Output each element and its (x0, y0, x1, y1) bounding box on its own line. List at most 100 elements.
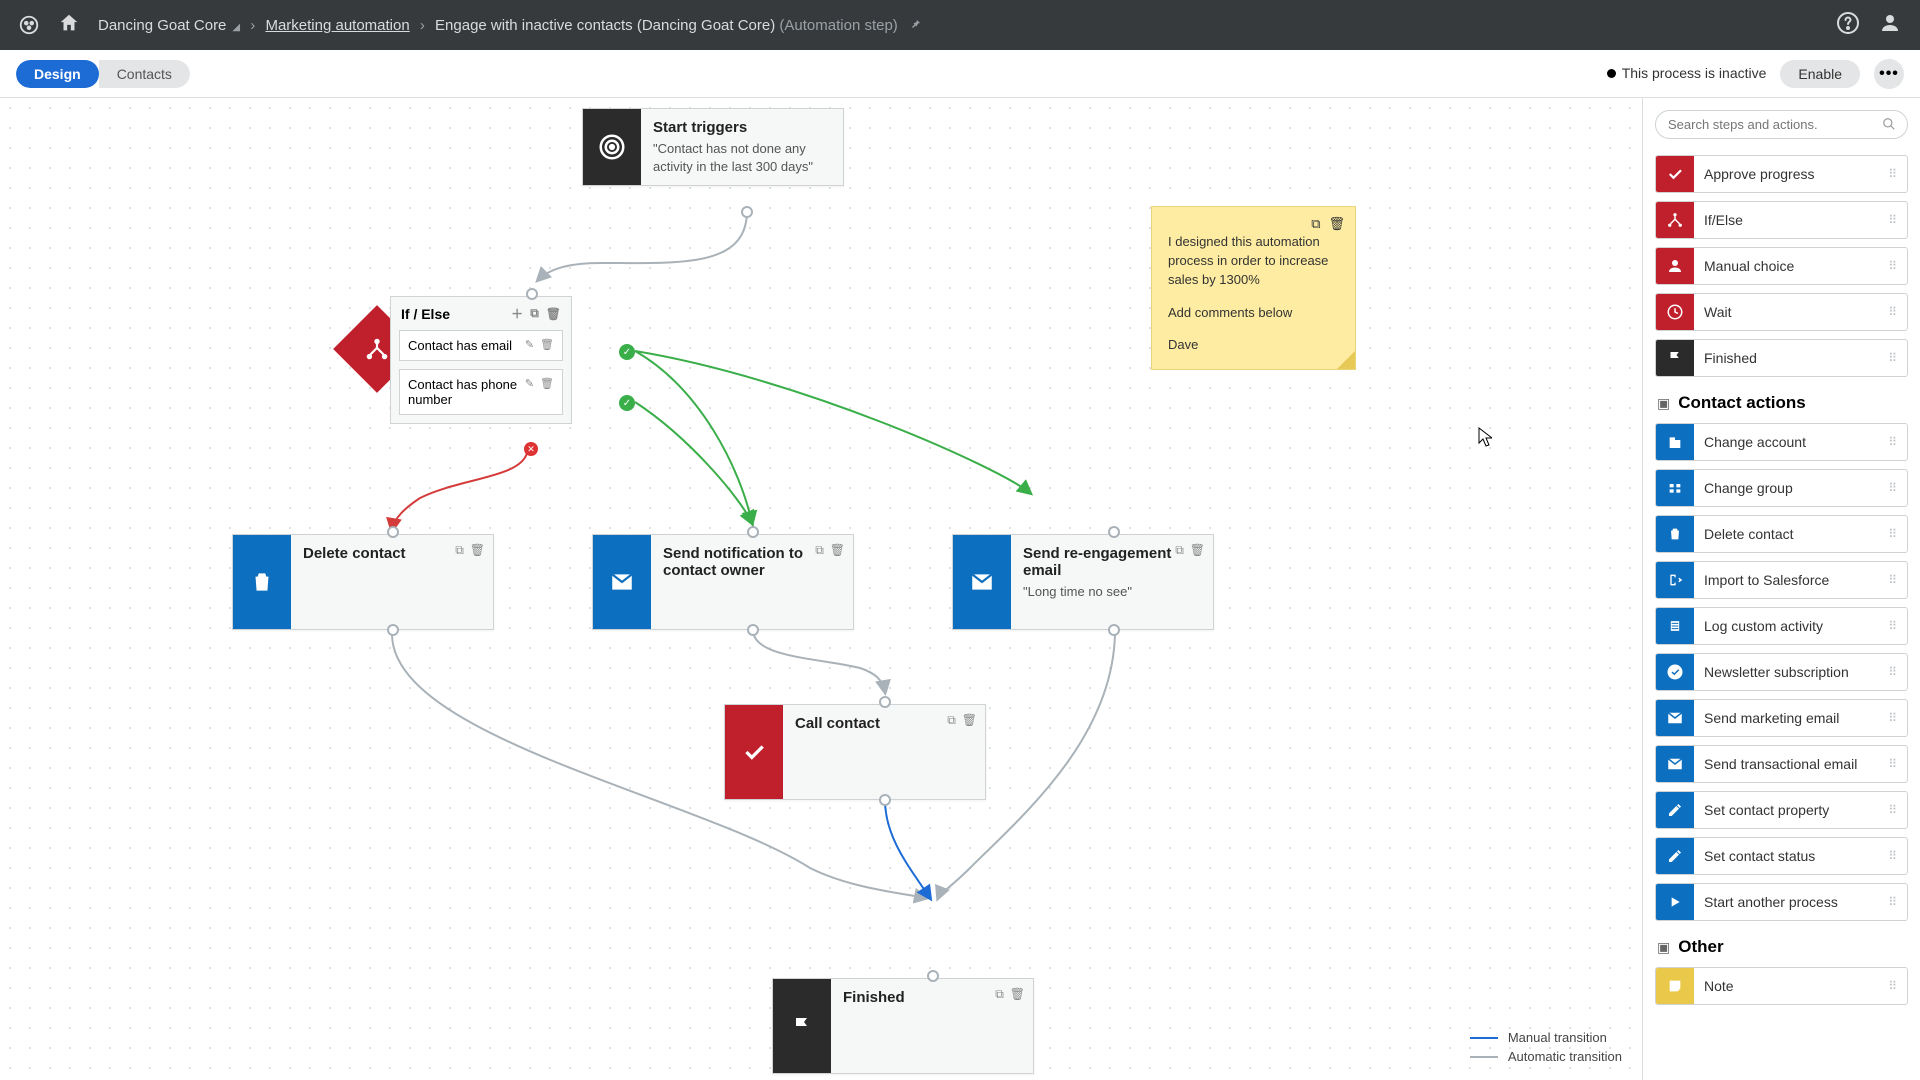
port[interactable] (747, 624, 759, 636)
drag-grip-icon: ⠿ (1888, 619, 1899, 633)
trash-icon[interactable]: 🗑 (540, 377, 554, 390)
legend: Manual transition Automatic transition (1470, 1026, 1622, 1064)
node-send-notification[interactable]: Send notification to contact owner ⧉🗑 (592, 534, 854, 630)
panel-item-label: Import to Salesforce (1694, 572, 1907, 588)
tab-design[interactable]: Design (16, 60, 99, 88)
node-delete-contact[interactable]: Delete contact ⧉🗑 (232, 534, 494, 630)
condition-row[interactable]: Contact has phone number ✎ 🗑 (399, 369, 563, 415)
flag-icon (773, 979, 831, 1073)
sticky-text: Add comments below (1168, 304, 1339, 323)
panel-item-label: Newsletter subscription (1694, 664, 1907, 680)
drag-grip-icon: ⠿ (1888, 757, 1899, 771)
port[interactable] (927, 970, 939, 982)
port[interactable] (741, 206, 753, 218)
view-tabs: Design Contacts (16, 60, 190, 88)
panel-item[interactable]: Finished ⠿ (1655, 339, 1908, 377)
app-logo-icon[interactable] (18, 14, 40, 36)
condition-row[interactable]: Contact has email ✎ 🗑 (399, 330, 563, 361)
copy-icon[interactable]: ⧉ (1311, 215, 1320, 234)
trash-icon[interactable]: 🗑 (1328, 215, 1345, 234)
pin-icon[interactable] (910, 17, 922, 34)
port[interactable] (879, 794, 891, 806)
more-button[interactable]: ••• (1874, 59, 1904, 89)
panel-item[interactable]: Approve progress ⠿ (1655, 155, 1908, 193)
panel-item[interactable]: Delete contact ⠿ (1655, 515, 1908, 553)
user-icon[interactable] (1878, 11, 1902, 40)
home-icon[interactable] (58, 12, 80, 39)
trash-icon[interactable]: 🗑 (1010, 987, 1025, 1002)
x-icon: ✕ (524, 442, 538, 456)
port[interactable] (526, 288, 538, 300)
node-finished[interactable]: Finished ⧉🗑 (772, 978, 1034, 1074)
help-icon[interactable] (1836, 11, 1860, 40)
port[interactable] (879, 696, 891, 708)
panel-item[interactable]: Manual choice ⠿ (1655, 247, 1908, 285)
tab-contacts[interactable]: Contacts (99, 60, 190, 88)
condition-label: Contact has email (408, 338, 519, 353)
drag-grip-icon: ⠿ (1888, 711, 1899, 725)
port[interactable] (1108, 526, 1120, 538)
trash-icon[interactable]: 🗑 (546, 307, 561, 321)
port[interactable] (747, 526, 759, 538)
node-start[interactable]: Start triggers "Contact has not done any… (582, 108, 844, 186)
section-title: Other (1678, 937, 1723, 957)
node-call-contact[interactable]: Call contact ⧉🗑 (724, 704, 986, 800)
drag-grip-icon: ⠿ (1888, 895, 1899, 909)
collapse-icon[interactable]: ▣ (1657, 939, 1670, 956)
trash-icon[interactable]: 🗑 (540, 338, 554, 351)
node-title: If / Else (401, 306, 450, 322)
edit-icon[interactable]: ✎ (525, 377, 534, 390)
trash-icon[interactable]: 🗑 (1190, 543, 1205, 558)
copy-icon[interactable]: ⧉ (455, 543, 464, 558)
panel-item[interactable]: Wait ⠿ (1655, 293, 1908, 331)
panel-item[interactable]: Note ⠿ (1655, 967, 1908, 1005)
edit-icon[interactable]: ✎ (525, 338, 534, 351)
panel-item[interactable]: Send marketing email ⠿ (1655, 699, 1908, 737)
port[interactable] (387, 624, 399, 636)
panel-item-label: Send marketing email (1694, 710, 1907, 726)
trash-icon[interactable]: 🗑 (962, 713, 977, 728)
panel-item[interactable]: Change group ⠿ (1655, 469, 1908, 507)
enable-button[interactable]: Enable (1780, 60, 1860, 88)
panel-item[interactable]: If/Else ⠿ (1655, 201, 1908, 239)
port[interactable] (1108, 624, 1120, 636)
copy-icon[interactable]: ⧉ (530, 306, 539, 321)
trash-icon[interactable]: 🗑 (830, 543, 845, 558)
copy-icon[interactable]: ⧉ (1175, 543, 1184, 558)
mail-icon (1656, 700, 1694, 736)
person-icon (1656, 248, 1694, 284)
panel-item[interactable]: Log custom activity ⠿ (1655, 607, 1908, 645)
drag-grip-icon: ⠿ (1888, 665, 1899, 679)
caret-down-icon[interactable]: ◢ (232, 22, 240, 33)
copy-icon[interactable]: ⧉ (947, 713, 956, 728)
check-icon (725, 705, 783, 799)
panel-item[interactable]: Newsletter subscription ⠿ (1655, 653, 1908, 691)
trash-icon[interactable]: 🗑 (470, 543, 485, 558)
panel-item[interactable]: Send transactional email ⠿ (1655, 745, 1908, 783)
copy-icon[interactable]: ⧉ (995, 987, 1004, 1002)
panel-item-label: Send transactional email (1694, 756, 1907, 772)
port[interactable] (387, 526, 399, 538)
add-icon[interactable]: ＋ (511, 305, 523, 322)
breadcrumb-site[interactable]: Dancing Goat Core (98, 17, 226, 34)
drag-grip-icon: ⠿ (1888, 849, 1899, 863)
copy-icon[interactable]: ⧉ (815, 543, 824, 558)
legend-manual: Manual transition (1508, 1030, 1607, 1045)
drag-grip-icon: ⠿ (1888, 259, 1899, 273)
panel-item[interactable]: Change account ⠿ (1655, 423, 1908, 461)
condition-label: Contact has phone number (408, 377, 519, 407)
panel-item-label: Set contact status (1694, 848, 1907, 864)
automation-canvas[interactable]: Start triggers "Contact has not done any… (0, 98, 1642, 1080)
panel-item[interactable]: Set contact property ⠿ (1655, 791, 1908, 829)
panel-item[interactable]: Set contact status ⠿ (1655, 837, 1908, 875)
node-reengagement-email[interactable]: Send re-engagement email "Long time no s… (952, 534, 1214, 630)
breadcrumb-link[interactable]: Marketing automation (265, 17, 409, 34)
panel-item[interactable]: Import to Salesforce ⠿ (1655, 561, 1908, 599)
section-header-contact[interactable]: ▣ Contact actions (1657, 393, 1908, 413)
panel-item[interactable]: Start another process ⠿ (1655, 883, 1908, 921)
trash-icon (1656, 516, 1694, 552)
section-header-other[interactable]: ▣ Other (1657, 937, 1908, 957)
search-input[interactable] (1655, 110, 1908, 139)
sticky-note[interactable]: ⧉🗑 I designed this automation process in… (1151, 206, 1356, 370)
collapse-icon[interactable]: ▣ (1657, 395, 1670, 412)
